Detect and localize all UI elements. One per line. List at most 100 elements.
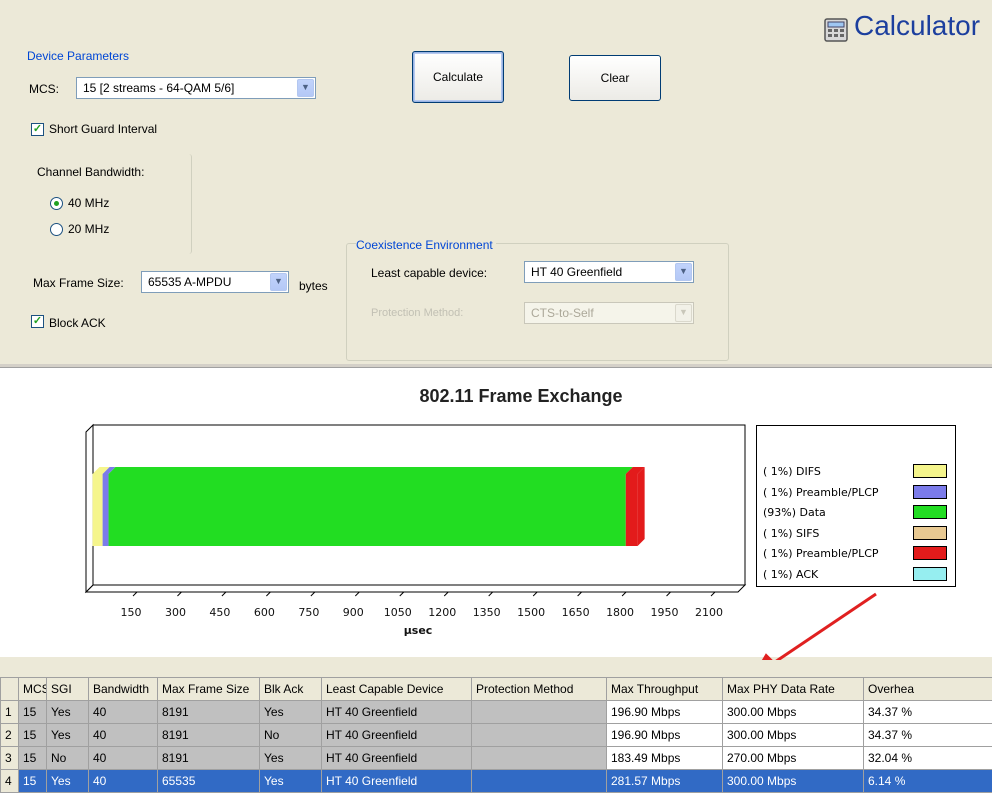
table-cell[interactable]: 32.04 % xyxy=(864,747,992,770)
legend-entry: ( 1%) ACK xyxy=(763,565,953,585)
table-cell[interactable] xyxy=(472,724,607,747)
table-cell[interactable] xyxy=(472,701,607,724)
app-title: Calculator xyxy=(854,10,980,42)
grid-column-header[interactable]: Max Frame Size xyxy=(158,678,260,701)
table-cell[interactable]: 8191 xyxy=(158,701,260,724)
table-cell[interactable]: 300.00 Mbps xyxy=(723,770,864,793)
bandwidth-40-radio[interactable] xyxy=(50,197,63,210)
row-header[interactable]: 4 xyxy=(1,770,19,793)
table-cell[interactable] xyxy=(472,747,607,770)
legend-swatch xyxy=(913,567,947,581)
short-guard-interval-label: Short Guard Interval xyxy=(49,122,157,136)
table-cell[interactable]: 196.90 Mbps xyxy=(607,724,723,747)
table-cell[interactable]: 300.00 Mbps xyxy=(723,701,864,724)
table-row[interactable]: 115Yes408191YesHT 40 Greenfield196.90 Mb… xyxy=(1,701,992,724)
table-cell[interactable]: 15 xyxy=(19,701,47,724)
legend-label: ( 1%) SIFS xyxy=(763,527,819,540)
max-frame-size-unit: bytes xyxy=(299,279,328,293)
protection-method-label: Protection Method: xyxy=(371,307,463,319)
device-parameters-title: Device Parameters xyxy=(27,49,129,63)
table-cell[interactable]: Yes xyxy=(47,724,89,747)
channel-bandwidth-label: Channel Bandwidth: xyxy=(37,165,144,179)
table-cell[interactable]: HT 40 Greenfield xyxy=(322,701,472,724)
table-row[interactable]: 215Yes408191NoHT 40 Greenfield 196.90 Mbp… xyxy=(1,724,992,747)
row-header[interactable]: 1 xyxy=(1,701,19,724)
table-cell[interactable]: 40 xyxy=(89,747,158,770)
grid-header: MCSSGIBandwidthMax Frame SizeBlk AckLeas… xyxy=(1,678,992,701)
grid-column-header[interactable]: SGI xyxy=(47,678,89,701)
table-cell[interactable]: Yes xyxy=(260,747,322,770)
table-cell[interactable]: 15 xyxy=(19,747,47,770)
grid-column-header[interactable]: Protection Method xyxy=(472,678,607,701)
table-cell[interactable]: 15 xyxy=(19,770,47,793)
mcs-label: MCS: xyxy=(29,82,59,96)
legend-entry: ( 1%) Preamble/PLCP xyxy=(763,483,953,503)
table-row[interactable]: 315No408191YesHT 40 Greenfield 183.49 Mbp… xyxy=(1,747,992,770)
table-cell[interactable]: 270.00 Mbps xyxy=(723,747,864,770)
grid-column-header[interactable]: Overhea xyxy=(864,678,992,701)
grid-column-header[interactable]: Max Throughput xyxy=(607,678,723,701)
mcs-select[interactable]: 15 [2 streams - 64-QAM 5/6] ▼ xyxy=(76,77,316,99)
table-cell[interactable]: 34.37 % xyxy=(864,724,992,747)
table-cell[interactable]: No xyxy=(260,724,322,747)
table-cell[interactable]: 281.57 Mbps xyxy=(607,770,723,793)
table-cell[interactable]: HT 40 Greenfield xyxy=(322,724,472,747)
max-frame-size-label: Max Frame Size: xyxy=(33,276,124,290)
table-cell[interactable]: 183.49 Mbps xyxy=(607,747,723,770)
least-capable-device-label: Least capable device: xyxy=(371,266,487,280)
grid-column-header[interactable]: Bandwidth xyxy=(89,678,158,701)
table-cell[interactable]: No xyxy=(47,747,89,770)
legend-swatch xyxy=(913,464,947,478)
table-cell[interactable]: 8191 xyxy=(158,724,260,747)
table-cell[interactable]: 34.37 % xyxy=(864,701,992,724)
table-cell[interactable]: 40 xyxy=(89,770,158,793)
legend-label: ( 1%) Preamble/PLCP xyxy=(763,486,879,499)
grid-column-header[interactable]: MCS xyxy=(19,678,47,701)
least-capable-device-select[interactable]: HT 40 Greenfield ▼ xyxy=(524,261,694,283)
table-cell[interactable]: 40 xyxy=(89,724,158,747)
row-header[interactable]: 2 xyxy=(1,724,19,747)
table-cell[interactable]: 65535 xyxy=(158,770,260,793)
mcs-value: 15 [2 streams - 64-QAM 5/6] xyxy=(83,81,234,95)
chevron-down-icon: ▼ xyxy=(675,304,692,322)
grid-column-header[interactable]: Least Capable Device xyxy=(322,678,472,701)
table-row[interactable]: 415Yes4065535YesHT 40 Greenfield281.57 M… xyxy=(1,770,992,793)
table-cell[interactable]: HT 40 Greenfield xyxy=(322,747,472,770)
short-guard-interval-checkbox[interactable]: ✓ xyxy=(31,123,44,136)
chevron-down-icon[interactable]: ▼ xyxy=(675,263,692,281)
table-cell[interactable]: Yes xyxy=(47,701,89,724)
chart-legend: ( 1%) DIFS( 1%) Preamble/PLCP(93%) Data(… xyxy=(756,425,956,587)
table-cell[interactable]: 15 xyxy=(19,724,47,747)
block-ack-label: Block ACK xyxy=(49,316,106,330)
protection-method-select: CTS-to-Self ▼ xyxy=(524,302,694,324)
grid-column-header[interactable]: Blk Ack xyxy=(260,678,322,701)
table-cell[interactable]: Yes xyxy=(47,770,89,793)
table-cell[interactable]: HT 40 Greenfield xyxy=(322,770,472,793)
legend-swatch xyxy=(913,546,947,560)
table-cell[interactable]: 196.90 Mbps xyxy=(607,701,723,724)
block-ack-checkbox[interactable]: ✓ xyxy=(31,315,44,328)
table-cell[interactable]: 8191 xyxy=(158,747,260,770)
parameters-panel: Calculator Device Parameters MCS: 15 [2 … xyxy=(0,0,992,364)
chevron-down-icon[interactable]: ▼ xyxy=(297,79,314,97)
table-cell[interactable]: Yes xyxy=(260,770,322,793)
row-header[interactable]: 3 xyxy=(1,747,19,770)
bandwidth-20-radio[interactable] xyxy=(50,223,63,236)
clear-button[interactable]: Clear xyxy=(569,55,661,101)
legend-entry: ( 1%) DIFS xyxy=(763,462,953,482)
table-cell[interactable]: 6.14 % xyxy=(864,770,992,793)
table-cell[interactable]: 300.00 Mbps xyxy=(723,724,864,747)
max-frame-size-value: 65535 A-MPDU xyxy=(148,275,231,289)
max-frame-size-select[interactable]: 65535 A-MPDU ▼ xyxy=(141,271,289,293)
grid-column-header[interactable] xyxy=(1,678,19,701)
grid-column-header[interactable]: Max PHY Data Rate xyxy=(723,678,864,701)
chevron-down-icon[interactable]: ▼ xyxy=(270,273,287,291)
table-cell[interactable]: 40 xyxy=(89,701,158,724)
legend-entry: ( 1%) SIFS xyxy=(763,524,953,544)
calculate-button[interactable]: Calculate xyxy=(412,51,504,103)
table-cell[interactable]: Yes xyxy=(260,701,322,724)
results-grid: MCSSGIBandwidthMax Frame SizeBlk AckLeas… xyxy=(0,677,992,793)
legend-swatch xyxy=(913,526,947,540)
table-cell[interactable] xyxy=(472,770,607,793)
legend-label: ( 1%) Preamble/PLCP xyxy=(763,547,879,560)
